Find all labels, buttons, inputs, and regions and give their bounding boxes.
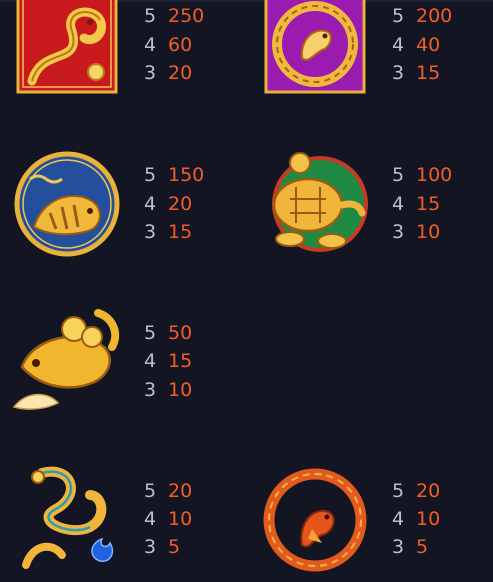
symbol-count: 4 [392,34,405,56]
payout-row: 4 10 [392,506,440,532]
payout-value: 10 [416,508,441,530]
payout-value: 15 [168,221,193,243]
payout-row: 4 40 [392,32,440,58]
golden-dragon-symbol-icon [12,465,122,575]
payout-value: 40 [416,34,441,56]
payout-row: 5 100 [392,162,452,188]
payout-row: 5 20 [144,478,192,504]
payout-row: 5 150 [144,162,204,188]
golden-turtle-symbol-icon [260,149,370,259]
payout-row: 4 15 [392,191,440,217]
payout-row: 3 20 [144,60,192,86]
red-phoenix-symbol-icon [260,465,370,575]
payout-value: 60 [168,34,193,56]
payout-row: 5 250 [144,3,204,29]
symbol-count: 5 [144,5,157,27]
payout-row: 5 20 [392,478,440,504]
symbol-count: 5 [392,480,405,502]
symbol-count: 5 [144,480,157,502]
symbol-entry-golden-turtle: 5 100 4 15 3 10 [260,149,493,259]
payout-row: 4 60 [144,32,192,58]
payout-value: 250 [168,5,205,27]
symbol-count: 5 [392,164,405,186]
symbol-count: 5 [144,322,157,344]
payout-value: 20 [168,62,193,84]
payout-row: 35 [144,534,180,560]
red-dragon-symbol-icon [12,0,122,96]
symbol-count: 5 [144,164,157,186]
symbol-entry-purple-phoenix: 5 200 4 40 3 15 [260,0,493,96]
payout-row: 3 10 [144,377,192,403]
symbol-count: 3 [392,536,405,558]
symbol-count: 5 [392,5,405,27]
payout-value: 10 [168,379,193,401]
symbol-entry-red-dragon: 5 250 4 60 3 20 [12,0,252,96]
symbol-entry-red-phoenix: 5 20 4 10 35 [260,465,493,575]
symbol-count: 4 [144,508,157,530]
payout-value: 20 [416,480,441,502]
payout-row: 4 15 [144,348,192,374]
symbol-entry-golden-dragon: 5 20 4 10 35 [12,465,252,575]
symbol-count: 3 [144,536,157,558]
payout-value: 15 [416,62,441,84]
payout-value: 5 [416,536,429,558]
payout-row: 4 20 [144,191,192,217]
payout-row: 3 15 [392,60,440,86]
symbol-count: 4 [144,193,157,215]
payout-value: 5 [168,536,181,558]
payout-value: 50 [168,322,193,344]
symbol-entry-blue-tiger: 5 150 4 20 3 15 [12,149,252,259]
purple-phoenix-symbol-icon [260,0,370,96]
payout-row: 3 10 [392,219,440,245]
paytable: 5 250 4 60 3 20 5 200 4 40 3 15 5 150 4 … [0,0,493,582]
payout-row: 4 10 [144,506,192,532]
payout-value: 15 [168,350,193,372]
payout-value: 20 [168,193,193,215]
payout-row: 35 [392,534,428,560]
symbol-count: 4 [392,508,405,530]
symbol-count: 4 [144,34,157,56]
payout-value: 15 [416,193,441,215]
symbol-count: 3 [392,221,405,243]
symbol-count: 4 [144,350,157,372]
payout-row: 3 15 [144,219,192,245]
blue-tiger-symbol-icon [12,149,122,259]
symbol-count: 4 [392,193,405,215]
payout-value: 10 [416,221,441,243]
symbol-count: 3 [144,62,157,84]
payout-row: 5 200 [392,3,452,29]
symbol-entry-golden-koi: 5 50 4 15 3 10 [12,307,252,417]
payout-value: 150 [168,164,205,186]
payout-row: 5 50 [144,320,192,346]
symbol-count: 3 [144,221,157,243]
payout-value: 200 [416,5,453,27]
payout-value: 20 [168,480,193,502]
symbol-count: 3 [392,62,405,84]
payout-value: 10 [168,508,193,530]
symbol-count: 3 [144,379,157,401]
payout-value: 100 [416,164,453,186]
golden-koi-symbol-icon [12,307,122,417]
